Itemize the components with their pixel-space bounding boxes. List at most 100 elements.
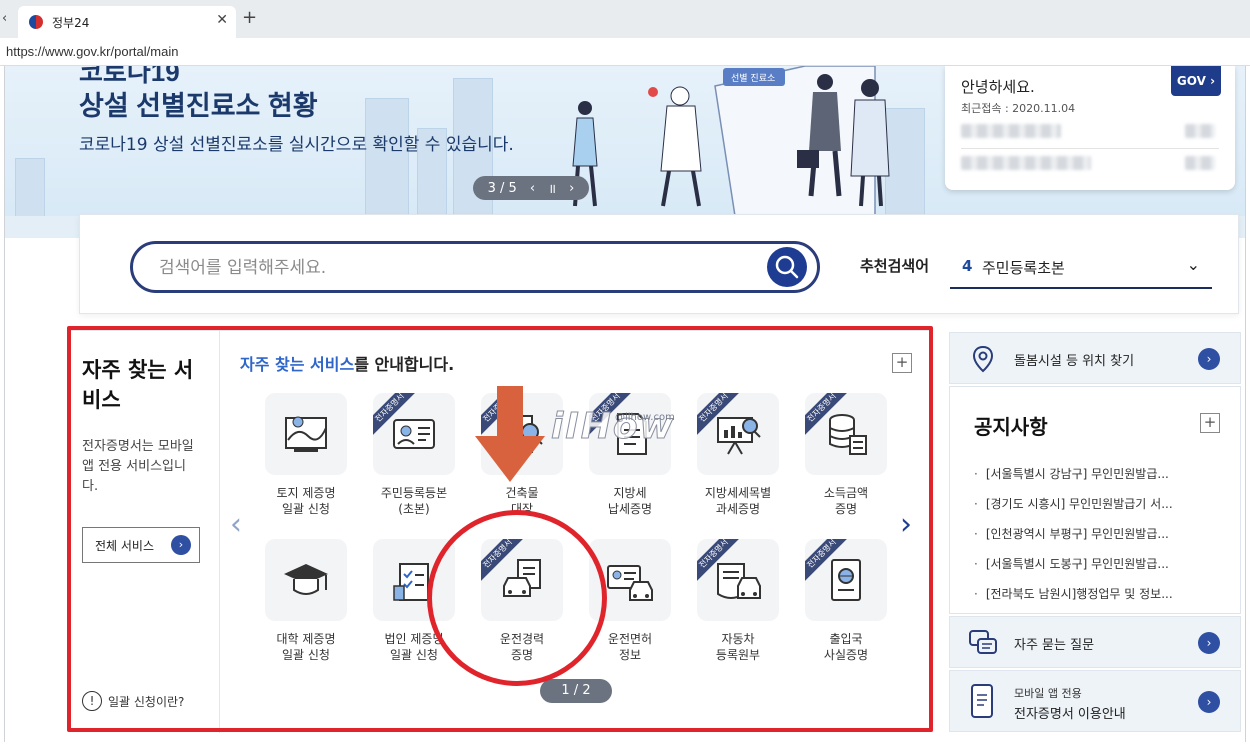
slide-next-button[interactable]: ›: [569, 181, 574, 196]
service-item-income[interactable]: 전자증명서 소득금액 증명: [792, 393, 900, 517]
mobile-guide-label: 전자증명서 이용안내: [1014, 707, 1126, 722]
arrow-right-icon: ›: [171, 535, 191, 555]
service-icon-tile: 전자증명서: [697, 539, 779, 621]
chevron-down-icon: ⌄: [1186, 255, 1200, 274]
services-sidebar: 자주 찾는 서비스 전자증명서는 모바일 앱 전용 서비스입니다. 전체 서비스…: [70, 331, 220, 733]
mobile-certificate-icon: [971, 684, 993, 718]
mobile-certificate-guide[interactable]: 모바일 앱 전용 전자증명서 이용안내 ›: [949, 670, 1241, 732]
service-label: 자동차 등록원부: [715, 632, 761, 662]
new-tab-button[interactable]: +: [242, 7, 257, 28]
service-label: 지방세세목별 과세증명: [704, 486, 772, 516]
arrow-right-icon: ›: [1198, 348, 1220, 370]
service-item-car-register[interactable]: 전자증명서 자동차 등록원부: [684, 539, 792, 663]
license-car-icon: [607, 565, 653, 601]
coins-document-icon: [829, 414, 867, 455]
card-divider: [961, 148, 1219, 149]
service-icon-tile: 전자증명서: [373, 393, 455, 475]
bulk-apply-help-link[interactable]: ! 일괄 신청이란?: [82, 691, 184, 711]
hero-subtitle: 코로나19 상설 선별진료소를 실시간으로 확인할 수 있습니다.: [79, 135, 514, 155]
annotation-circle: [427, 510, 607, 686]
all-services-label: 전체 서비스: [95, 538, 155, 553]
services-more-button[interactable]: +: [892, 353, 912, 373]
url-text[interactable]: https://www.gov.kr/portal/main: [6, 44, 178, 59]
hero-slider-controls: 3 / 5 ‹ ॥ ›: [473, 176, 589, 200]
notice-item[interactable]: [서울특별시 도봉구] 무인민원발급...: [974, 549, 1220, 579]
search-input[interactable]: [159, 256, 739, 280]
tab-title: 정부24: [52, 16, 90, 30]
annotation-arrow-down-icon: [475, 386, 545, 482]
services-title-rest: 를 안내합니다.: [354, 355, 455, 374]
recommended-search-label: 추천검색어: [860, 257, 930, 275]
faq-label: 자주 묻는 질문: [1014, 638, 1095, 653]
notice-item[interactable]: [서울특별시 강남구] 무인민원발급...: [974, 459, 1220, 489]
greeting-text: 안녕하세요.: [961, 78, 1035, 96]
watermark-caption: @ilhow.com: [615, 412, 675, 423]
land-map-icon: [285, 416, 327, 452]
service-icon-tile: 전자증명서: [805, 539, 887, 621]
notice-item[interactable]: [경기도 시흥시] 무인민원발급기 서...: [974, 489, 1220, 519]
screening-clinic-illustration: 선별 진료소: [572, 66, 890, 216]
recommended-search-select[interactable]: 4 주민등록초본 ⌄: [950, 245, 1212, 289]
service-icon-tile: [265, 393, 347, 475]
recommended-term: 주민등록초본: [982, 259, 1065, 277]
page-content: 코로나19 상설 선별진료소 현황 코로나19 상설 선별진료소를 실시간으로 …: [4, 66, 1246, 742]
slide-pause-button[interactable]: ॥: [548, 179, 556, 197]
service-icon-tile: 전자증명서: [805, 393, 887, 475]
login-card: 안녕하세요. 최근접속 : 2020.11.04 GOV ›: [945, 66, 1235, 190]
passport-icon: [831, 559, 861, 601]
service-label: 토지 제증명 일괄 신청: [276, 486, 336, 516]
services-title-highlight: 자주 찾는 서비스: [240, 355, 355, 374]
location-pin-icon: [972, 345, 994, 373]
notice-more-button[interactable]: +: [1200, 413, 1220, 433]
notice-title: 공지사항: [974, 415, 1048, 439]
mobile-guide-caption: 모바일 앱 전용: [1014, 687, 1082, 700]
blurred-info: [961, 156, 1091, 170]
service-label: 출입국 사실증명: [823, 632, 869, 662]
arrow-right-icon: ›: [1198, 632, 1220, 654]
service-item-resident-register[interactable]: 전자증명서 주민등록등본 (초본): [360, 393, 468, 517]
service-item-university[interactable]: 대학 제증명 일괄 신청: [252, 539, 360, 663]
graduation-cap-icon: [284, 564, 328, 595]
gov-badge-button[interactable]: GOV ›: [1171, 66, 1221, 96]
slide-prev-button[interactable]: ‹: [530, 181, 535, 196]
services-prev-arrow[interactable]: ‹: [230, 507, 242, 542]
services-page-indicator: 1 / 2: [540, 679, 612, 703]
chat-bubble-icon: [969, 630, 997, 654]
faq-link[interactable]: 자주 묻는 질문 ›: [949, 616, 1241, 668]
service-label: 대학 제증명 일괄 신청: [276, 632, 336, 662]
services-next-arrow[interactable]: ›: [900, 507, 912, 542]
services-title: 자주 찾는 서비스를 안내합니다.: [240, 351, 454, 375]
notice-item[interactable]: [인천광역시 부평구] 무인민원발급...: [974, 519, 1220, 549]
services-heading: 자주 찾는 서비스: [82, 358, 194, 412]
id-card-icon: [393, 419, 435, 449]
arrow-right-icon: ›: [1198, 691, 1220, 713]
hero-title-line2: 상설 선별진료소 현황: [79, 91, 318, 121]
hero-banner[interactable]: 코로나19 상설 선별진료소 현황 코로나19 상설 선별진료소를 실시간으로 …: [5, 66, 1245, 238]
services-description: 전자증명서는 모바일 앱 전용 서비스입니다.: [82, 439, 194, 494]
search-icon: [775, 255, 799, 279]
blurred-info: [1185, 156, 1215, 170]
search-box: [130, 241, 820, 293]
care-facility-finder[interactable]: 돌봄시설 등 위치 찾기 ›: [949, 332, 1241, 384]
car-register-icon: [717, 563, 761, 599]
booth-sign: 선별 진료소: [731, 73, 775, 84]
address-bar[interactable]: https://www.gov.kr/portal/main: [0, 38, 1250, 66]
search-button[interactable]: [767, 247, 807, 287]
service-item-land[interactable]: 토지 제증명 일괄 신청: [252, 393, 360, 517]
notice-panel: 공지사항 + [서울특별시 강남구] 무인민원발급... [경기도 시흥시] 무…: [949, 386, 1241, 614]
all-services-button[interactable]: 전체 서비스 ›: [82, 527, 200, 563]
tab-close-icon[interactable]: ✕: [216, 12, 228, 28]
gov-favicon-icon: [29, 15, 43, 29]
service-item-tax-item[interactable]: 전자증명서 지방세세목별 과세증명: [684, 393, 792, 517]
notice-item[interactable]: [전라북도 남원시]행정업무 및 정보...: [974, 579, 1220, 609]
slide-counter: 3 / 5: [487, 180, 517, 196]
presentation-chart-icon: [717, 417, 761, 455]
last-login-text: 최근접속 : 2020.11.04: [961, 102, 1076, 115]
service-item-immigration[interactable]: 전자증명서 출입국 사실증명: [792, 539, 900, 663]
browser-tab[interactable]: 정부24 ✕: [18, 6, 236, 38]
city-building: [15, 158, 45, 218]
bulk-apply-help-label: 일괄 신청이란?: [108, 694, 185, 709]
care-facility-label: 돌봄시설 등 위치 찾기: [1014, 354, 1135, 369]
tab-scroll-left-button[interactable]: ‹: [2, 11, 7, 26]
service-label: 소득금액 증명: [823, 486, 869, 516]
